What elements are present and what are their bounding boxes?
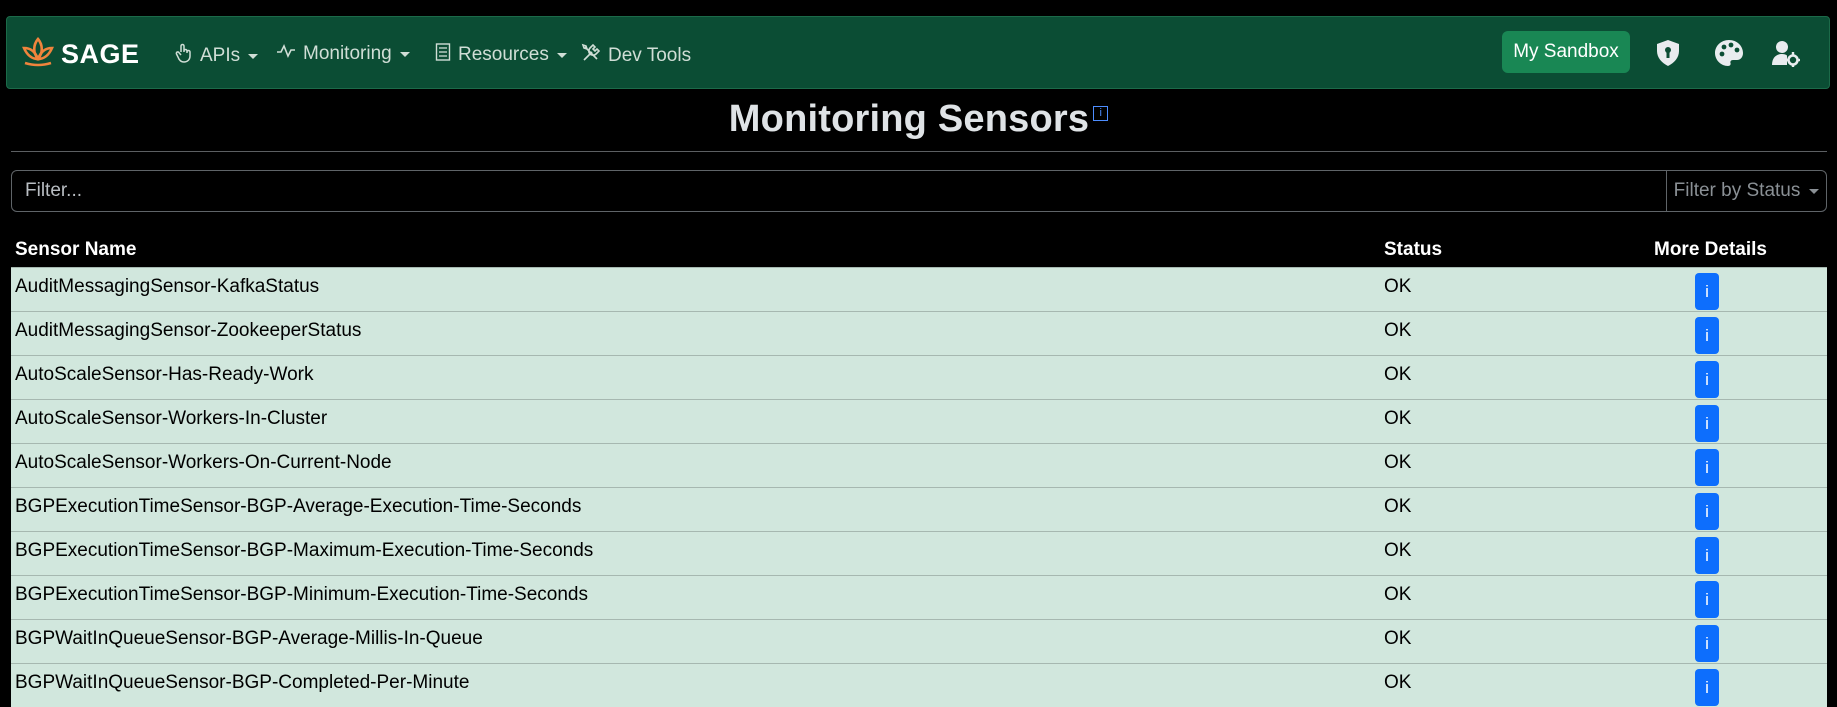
- nav-apis-dropdown[interactable]: APIs: [175, 43, 259, 69]
- sensor-name-cell: BGPExecutionTimeSensor-BGP-Average-Execu…: [15, 496, 582, 517]
- info-icon[interactable]: i: [1093, 106, 1109, 121]
- sensors-table: Sensor Name Status More Details AuditMes…: [11, 234, 1827, 707]
- table-row: BGPWaitInQueueSensor-BGP-Completed-Per-M…: [11, 663, 1827, 707]
- nav-dev-tools-label: Dev Tools: [608, 45, 692, 66]
- more-details-button[interactable]: i: [1695, 581, 1719, 618]
- lotus-logo-icon: [21, 36, 55, 73]
- sensor-name-cell: AuditMessagingSensor-ZookeeperStatus: [15, 320, 362, 341]
- pointer-hand-icon: [175, 43, 193, 69]
- palette-icon[interactable]: [1714, 39, 1744, 72]
- chevron-down-icon: [248, 53, 259, 59]
- title-divider: [11, 151, 1827, 152]
- chevron-down-icon: [1809, 188, 1820, 194]
- more-details-button[interactable]: i: [1695, 537, 1719, 574]
- status-cell: OK: [1384, 364, 1412, 385]
- status-cell: OK: [1384, 628, 1412, 649]
- chevron-down-icon: [556, 52, 567, 58]
- top-navbar: SAGE APIs Monitoring Resources Dev Tools…: [6, 16, 1830, 89]
- nav-dev-tools[interactable]: Dev Tools: [581, 43, 691, 69]
- column-header-more-details: More Details: [1654, 239, 1767, 260]
- table-row: AuditMessagingSensor-ZookeeperStatus OK i: [11, 311, 1827, 355]
- more-details-button[interactable]: i: [1695, 361, 1719, 398]
- status-cell: OK: [1384, 496, 1412, 517]
- status-cell: OK: [1384, 452, 1412, 473]
- table-body: AuditMessagingSensor-KafkaStatus OK i Audit…: [11, 267, 1827, 707]
- more-details-button[interactable]: i: [1695, 317, 1719, 354]
- list-icon: [435, 43, 451, 67]
- sensor-name-cell: BGPWaitInQueueSensor-BGP-Completed-Per-M…: [15, 672, 470, 693]
- table-row: AutoScaleSensor-Has-Ready-Work OK i: [11, 355, 1827, 399]
- status-cell: OK: [1384, 408, 1412, 429]
- nav-monitoring-dropdown[interactable]: Monitoring: [276, 43, 410, 65]
- status-cell: OK: [1384, 540, 1412, 561]
- page-header: Monitoring Sensors i: [0, 98, 1837, 141]
- sensor-name-cell: BGPWaitInQueueSensor-BGP-Average-Millis-…: [15, 628, 483, 649]
- chevron-down-icon: [399, 51, 410, 57]
- table-row: AuditMessagingSensor-KafkaStatus OK i: [11, 267, 1827, 311]
- status-cell: OK: [1384, 584, 1412, 605]
- more-details-button[interactable]: i: [1695, 493, 1719, 530]
- status-filter-dropdown[interactable]: Filter by Status: [1666, 171, 1826, 211]
- sensor-name-cell: AutoScaleSensor-Workers-On-Current-Node: [15, 452, 392, 473]
- table-row: BGPWaitInQueueSensor-BGP-Average-Millis-…: [11, 619, 1827, 663]
- more-details-button[interactable]: i: [1695, 273, 1719, 310]
- column-header-status[interactable]: Status: [1384, 239, 1442, 261]
- tools-icon: [581, 43, 601, 69]
- more-details-button[interactable]: i: [1695, 669, 1719, 706]
- status-cell: OK: [1384, 672, 1412, 693]
- sensor-name-cell: AuditMessagingSensor-KafkaStatus: [15, 276, 320, 297]
- pulse-icon: [276, 43, 296, 65]
- more-details-button[interactable]: i: [1695, 625, 1719, 662]
- user-settings-icon[interactable]: [1772, 39, 1801, 72]
- table-row: AutoScaleSensor-Workers-On-Current-Node O…: [11, 443, 1827, 487]
- nav-resources-dropdown[interactable]: Resources: [435, 43, 567, 67]
- table-row: BGPExecutionTimeSensor-BGP-Average-Execu…: [11, 487, 1827, 531]
- page-title: Monitoring Sensors: [728, 98, 1090, 140]
- column-header-sensor-name[interactable]: Sensor Name: [15, 239, 136, 261]
- brand-logo[interactable]: SAGE: [21, 36, 140, 73]
- my-sandbox-button[interactable]: My Sandbox: [1502, 31, 1630, 73]
- status-filter-label: Filter by Status: [1673, 180, 1801, 201]
- nav-monitoring-label: Monitoring: [303, 43, 392, 64]
- sensor-name-cell: BGPExecutionTimeSensor-BGP-Minimum-Execu…: [15, 584, 588, 605]
- status-cell: OK: [1384, 276, 1412, 297]
- table-row: BGPExecutionTimeSensor-BGP-Maximum-Execu…: [11, 531, 1827, 575]
- sensor-name-cell: AutoScaleSensor-Workers-In-Cluster: [15, 408, 328, 429]
- nav-apis-label: APIs: [200, 45, 241, 66]
- shield-icon[interactable]: [1655, 39, 1681, 72]
- nav-resources-label: Resources: [458, 44, 549, 65]
- more-details-button[interactable]: i: [1695, 405, 1719, 442]
- sensor-name-cell: AutoScaleSensor-Has-Ready-Work: [15, 364, 314, 385]
- status-cell: OK: [1384, 320, 1412, 341]
- more-details-button[interactable]: i: [1695, 449, 1719, 486]
- brand-name: SAGE: [61, 39, 140, 69]
- table-row: AutoScaleSensor-Workers-In-Cluster OK i: [11, 399, 1827, 443]
- table-header: Sensor Name Status More Details: [11, 234, 1827, 267]
- filter-bar: Filter by Status: [11, 170, 1827, 212]
- table-row: BGPExecutionTimeSensor-BGP-Minimum-Execu…: [11, 575, 1827, 619]
- filter-input[interactable]: [12, 171, 1666, 211]
- sensor-name-cell: BGPExecutionTimeSensor-BGP-Maximum-Execu…: [15, 540, 594, 561]
